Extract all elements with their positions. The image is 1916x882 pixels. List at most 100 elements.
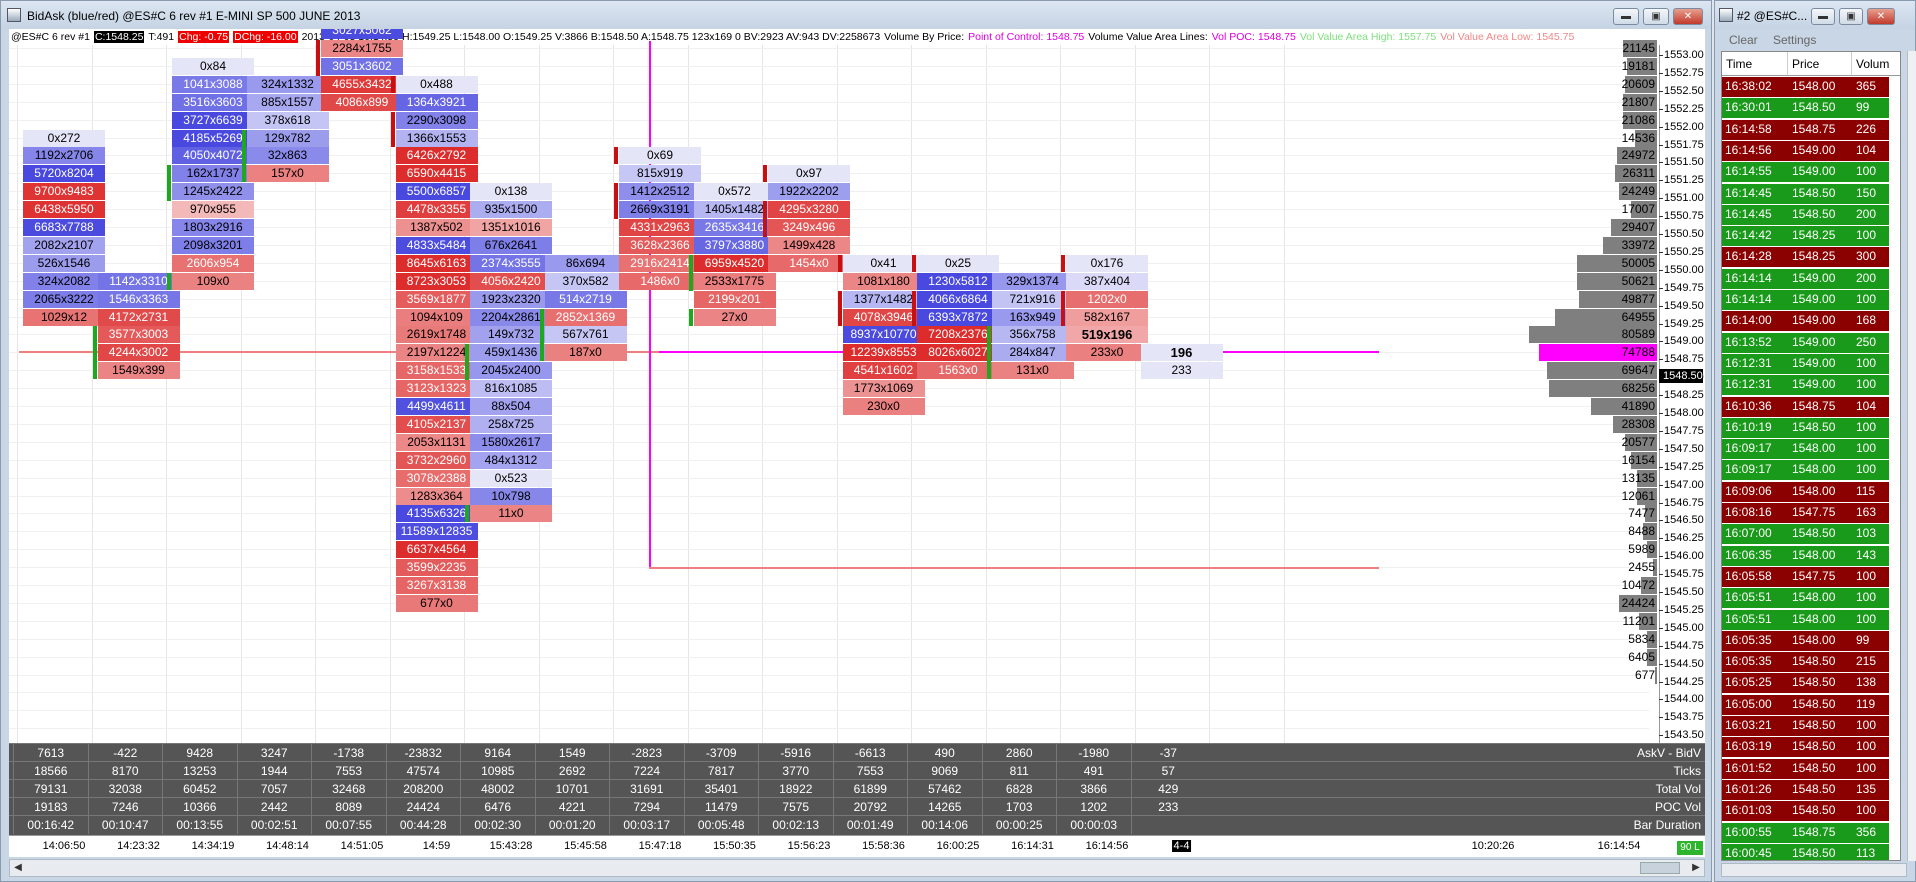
ts-volume: 200 <box>1856 270 1877 285</box>
ts-minimize-button[interactable]: ▬ <box>1811 8 1835 25</box>
stats-cell: 00:01:49 <box>832 816 908 834</box>
ts-vertical-scrollbar[interactable] <box>1907 51 1916 861</box>
stats-cell: 00:16:42 <box>13 816 88 834</box>
footprint-cell: 2053x1131 <box>395 433 478 451</box>
ts-volume: 100 <box>1856 718 1877 732</box>
footprint-cell: 3249x496 <box>768 219 850 236</box>
time-tick: 15:45:58 <box>564 840 607 852</box>
stats-cell: 233 <box>1130 798 1206 816</box>
profile-value: 2455 <box>1628 560 1655 575</box>
footprint-cell: 1364x3921 <box>395 93 478 111</box>
profile-value: 50005 <box>1621 255 1655 270</box>
stats-cell: 35401 <box>683 780 759 798</box>
stats-cell: 13253 <box>162 762 237 780</box>
ts-time: 16:03:19 <box>1725 739 1772 754</box>
ts-time: 16:00:45 <box>1725 845 1772 860</box>
footprint-cell: 324x2082 <box>23 272 105 290</box>
stats-cell: -2823 <box>609 744 684 762</box>
ts-time: 16:05:51 <box>1725 590 1772 605</box>
column-header-time[interactable]: Time <box>1722 52 1788 76</box>
clear-link[interactable]: Clear <box>1729 33 1758 47</box>
scroll-left-icon[interactable]: ◀ <box>10 860 26 876</box>
ts-row: 16:05:35 1548.50 215 <box>1722 652 1889 674</box>
ts-price: 1549.00 <box>1792 355 1836 370</box>
ts-time: 16:06:35 <box>1725 547 1772 562</box>
range-marker <box>1061 290 1065 327</box>
ts-price: 1548.50 <box>1792 760 1836 775</box>
profile-bar <box>1655 666 1657 684</box>
chart-titlebar[interactable]: BidAsk (blue/red) @ES#C 6 rev #1 E-MINI … <box>1 1 1711 29</box>
chart-scrollbar[interactable]: ◀ ▶ <box>9 859 1705 877</box>
footprint-cell: 0x84 <box>172 57 254 75</box>
footprint-cell: 1230x5812 <box>917 272 999 290</box>
ts-row: 16:05:58 1547.75 100 <box>1722 566 1889 588</box>
price-axis[interactable]: 1553.00 1552.75 1552.50 1552.25 1552.00 1551.… <box>1659 45 1705 743</box>
scroll-thumb[interactable] <box>1640 862 1680 874</box>
ts-volume: 119 <box>1856 696 1876 711</box>
grid-hline <box>9 638 1649 640</box>
maximize-button[interactable]: ▣ <box>1643 8 1669 25</box>
footprint-cell: 233x0 <box>1066 344 1148 362</box>
price-tick: 1547.00 <box>1659 478 1704 491</box>
footprint-cell: 4105x2137 <box>395 415 478 433</box>
settings-link[interactable]: Settings <box>1773 33 1816 47</box>
footprint-cell: 187x0 <box>544 344 627 362</box>
footprint-cell: 2045x2400 <box>470 362 552 380</box>
bidask-chart[interactable]: @ES#C 6 rev #1 C:1548.25 T:491 Chg: -0.75 DC… <box>9 29 1705 743</box>
footprint-cell: 3628x2366 <box>619 236 701 254</box>
price-tick: 1552.00 <box>1659 120 1704 133</box>
ts-close-button[interactable]: ✕ <box>1867 8 1895 25</box>
minimize-button[interactable]: ▬ <box>1613 8 1639 25</box>
ts-titlebar[interactable]: #2 @ES#C... ▬ ▣ ✕ <box>1715 1 1915 29</box>
ts-row: 16:07:00 1548.50 103 <box>1722 524 1889 546</box>
profile-value: 80589 <box>1621 327 1655 342</box>
footprint-cell: 1351x1016 <box>470 219 552 236</box>
price-tick: 1551.50 <box>1659 156 1704 169</box>
ts-volume: 99 <box>1856 100 1870 115</box>
ts-volume: 100 <box>1856 377 1877 392</box>
ts-row: 16:05:25 1548.50 138 <box>1722 673 1889 695</box>
ts-horizontal-scrollbar[interactable] <box>1721 863 1907 877</box>
footprint-cell: 6438x5950 <box>23 201 105 219</box>
ts-maximize-button[interactable]: ▣ <box>1839 8 1863 25</box>
footprint-cell: 1202x0 <box>1066 290 1148 308</box>
footprint-cell: 3797x3880 <box>693 236 776 254</box>
footprint-cell: 3727x6639 <box>172 111 254 129</box>
ts-price: 1548.50 <box>1792 781 1836 796</box>
footprint-cell: 4331x2963 <box>619 219 701 236</box>
ts-row: 16:09:06 1548.00 115 <box>1722 481 1889 503</box>
stats-cell: 9069 <box>907 762 982 780</box>
column-header-volume[interactable]: Volum <box>1852 52 1900 76</box>
footprint-cell: 3027x5062 <box>321 29 403 40</box>
grid-hline <box>9 280 1649 282</box>
stats-cell: 57 <box>1130 762 1206 780</box>
time-tick: 10:20:26 <box>1471 840 1515 852</box>
stats-cell: 2860 <box>981 744 1057 762</box>
bar-statistics-table: 7613 -422 9428 3247 -1738 -23832 9164 1549 -2823… <box>9 743 1705 835</box>
stats-cell: 7613 <box>13 744 88 762</box>
ts-time: 16:14:28 <box>1725 249 1772 264</box>
ts-time: 16:13:52 <box>1725 334 1772 349</box>
profile-value: 11201 <box>1622 613 1655 628</box>
column-header-price[interactable]: Price <box>1788 52 1852 76</box>
price-tick: 1546.00 <box>1659 550 1704 563</box>
value-area-low-line <box>649 567 1379 570</box>
stats-cell: 7575 <box>758 798 833 816</box>
scroll-right-icon[interactable]: ▶ <box>1688 860 1704 876</box>
stats-cell: 811 <box>981 762 1057 780</box>
footprint-cell: 329x1374 <box>991 272 1074 290</box>
up-marker <box>986 362 991 380</box>
ts-volume: 100 <box>1856 292 1877 306</box>
footprint-cell: 0x488 <box>395 75 478 93</box>
header-close: C:1548.25 <box>93 31 145 43</box>
stats-label: AskV - BidV <box>1636 746 1701 760</box>
ts-row: 16:14:00 1549.00 168 <box>1722 311 1889 333</box>
ts-time: 16:14:14 <box>1725 270 1772 285</box>
footprint-cell: 4833x5484 <box>395 236 478 254</box>
close-button[interactable]: ✕ <box>1673 8 1703 25</box>
grid-hline <box>9 459 1649 461</box>
footprint-cell: 109x0 <box>172 272 254 290</box>
stats-cell: -1738 <box>311 744 386 762</box>
price-tick: 1550.25 <box>1659 245 1704 258</box>
time-axis[interactable]: 14:06:50 14:23:32 14:34:19 14:48:14 14:51:05… <box>9 835 1705 857</box>
